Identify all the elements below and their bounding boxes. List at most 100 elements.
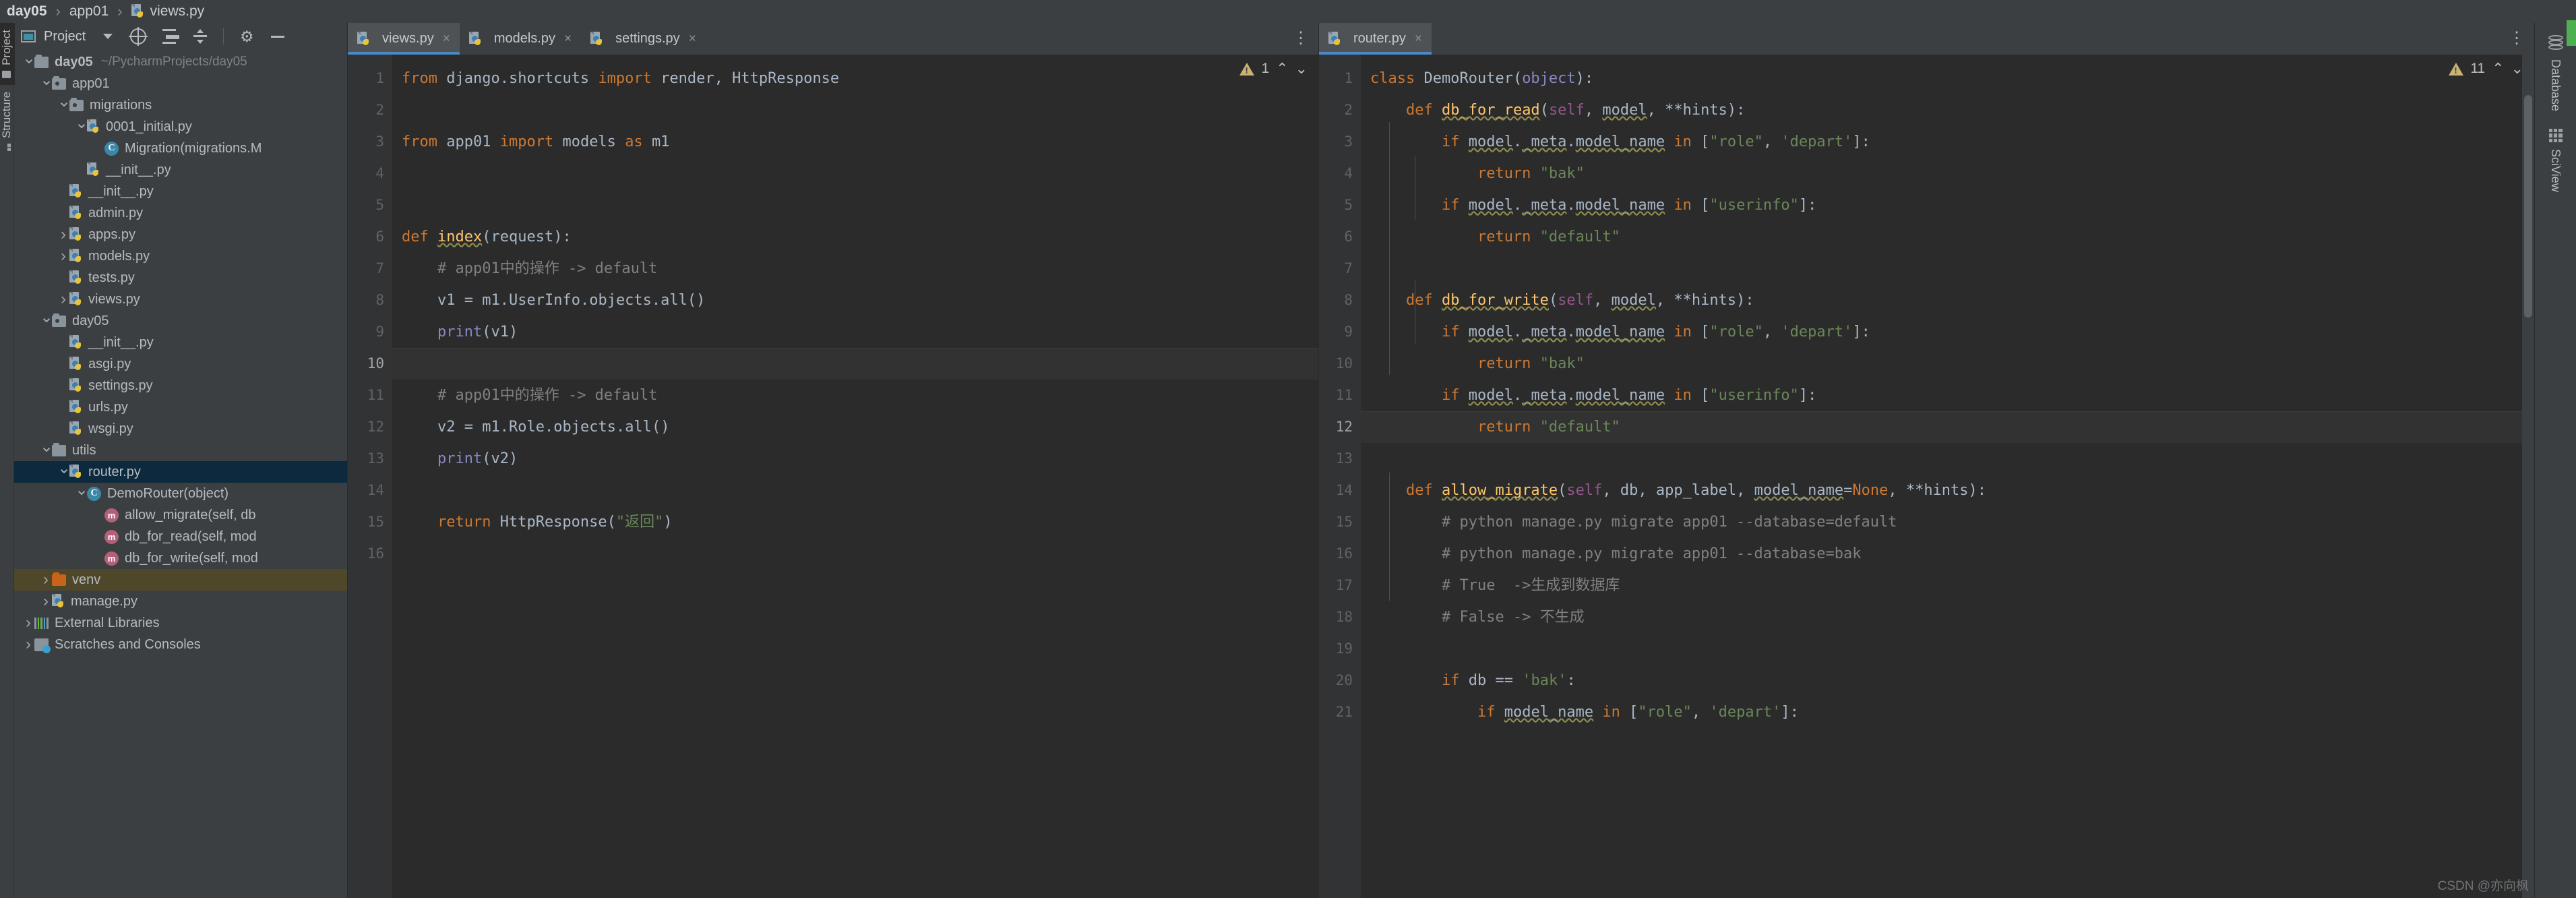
chevron-up-icon[interactable]: ⌃ <box>1276 60 1288 78</box>
chevron-right-icon[interactable] <box>22 636 34 653</box>
chevron-down-icon[interactable] <box>40 76 52 92</box>
line-number[interactable]: 9 <box>1319 316 1361 348</box>
project-panel-title-group[interactable]: Project <box>21 29 113 44</box>
line-number[interactable]: 9 <box>348 316 392 348</box>
code-line[interactable]: return "default" <box>1361 411 2534 443</box>
hide-panel-icon[interactable] <box>270 28 286 44</box>
tree-item-migrations[interactable]: migrations <box>14 94 347 116</box>
line-number[interactable]: 13 <box>1319 443 1361 475</box>
chevron-down-icon[interactable]: ⌄ <box>2511 60 2523 78</box>
line-number[interactable]: 3 <box>1319 126 1361 158</box>
tree-item-db_for_write-self--mod[interactable]: m db_for_write(self, mod <box>14 547 347 569</box>
tree-item-scratches-and-consoles[interactable]: Scratches and Consoles <box>14 634 347 655</box>
tree-item-urls-py[interactable]: urls.py <box>14 396 347 418</box>
code-line[interactable] <box>392 538 1318 570</box>
code-line[interactable]: if db == 'bak': <box>1361 665 2534 696</box>
tree-item-tests-py[interactable]: tests.py <box>14 267 347 289</box>
code-line[interactable] <box>392 189 1318 221</box>
tree-item-__init__-py[interactable]: __init__.py <box>14 159 347 181</box>
chevron-down-icon[interactable] <box>40 313 52 329</box>
code-line[interactable]: # True ->生成到数据库 <box>1361 570 2534 601</box>
code-line[interactable]: from django.shortcuts import render, Htt… <box>392 63 1318 94</box>
code-line[interactable] <box>392 348 1318 380</box>
tool-tab-sciview[interactable]: SciView <box>2548 129 2563 192</box>
tree-item-external-libraries[interactable]: External Libraries <box>14 612 347 634</box>
editor-scrollbar-right[interactable] <box>2522 55 2534 898</box>
code-line[interactable] <box>1361 633 2534 665</box>
line-number[interactable]: 2− <box>1319 94 1374 130</box>
vertical-dots-icon[interactable]: ⋮ <box>1293 23 1309 55</box>
line-number[interactable]: 4 <box>1319 158 1361 189</box>
line-number[interactable]: 13 <box>348 443 392 475</box>
line-number[interactable]: 12 <box>348 411 392 443</box>
code-line[interactable]: if model._meta.model_name in ["role", 'd… <box>1361 126 2534 158</box>
chevron-down-icon[interactable] <box>57 97 69 113</box>
line-number[interactable]: 15− <box>1319 506 1374 542</box>
tree-item-0001_initial-py[interactable]: 0001_initial.py <box>14 116 347 138</box>
code-line[interactable]: v1 = m1.UserInfo.objects.all() <box>392 285 1318 316</box>
code-content-left[interactable]: from django.shortcuts import render, Htt… <box>392 55 1318 898</box>
select-opened-file-icon[interactable] <box>129 27 148 46</box>
code-line[interactable]: # python manage.py migrate app01 --datab… <box>1361 506 2534 538</box>
close-icon[interactable]: × <box>443 32 450 47</box>
inspection-widget-right[interactable]: 11 ⌃ ⌄ <box>2449 60 2523 78</box>
tree-item-day05[interactable]: day05 <box>14 310 347 332</box>
code-line[interactable]: print(v2) <box>392 443 1318 475</box>
line-number[interactable]: 6− <box>348 221 406 257</box>
chevron-up-icon[interactable]: ⌃ <box>2492 60 2504 78</box>
code-line[interactable]: def index(request): <box>392 221 1318 253</box>
close-icon[interactable]: × <box>689 32 696 47</box>
line-number[interactable]: 14 <box>348 475 392 506</box>
line-number-gutter-right[interactable]: 1−2−345678−91011121314−15−1617181920−21 <box>1319 55 1374 898</box>
tree-item-demorouter-object-[interactable]: C DemoRouter(object) <box>14 483 347 504</box>
line-number[interactable]: 12 <box>1319 411 1370 448</box>
line-number[interactable]: 4 <box>348 158 392 189</box>
tab-router-py[interactable]: router.py × <box>1319 23 1432 55</box>
chevron-right-icon[interactable] <box>57 248 69 264</box>
line-number[interactable]: 17 <box>1319 570 1361 601</box>
code-line[interactable] <box>1361 253 2534 285</box>
line-number[interactable]: 19 <box>1319 633 1361 665</box>
line-number[interactable]: 5 <box>1319 189 1361 221</box>
line-number[interactable]: 11 <box>348 380 392 411</box>
line-number[interactable]: 5 <box>348 189 392 221</box>
tree-item-settings-py[interactable]: settings.py <box>14 375 347 396</box>
code-line[interactable]: if model._meta.model_name in ["userinfo"… <box>1361 380 2534 411</box>
line-number[interactable]: 15 <box>348 506 402 543</box>
line-number[interactable]: 10 <box>1319 348 1361 380</box>
tree-item-__init__-py[interactable]: __init__.py <box>14 332 347 353</box>
code-line[interactable]: def allow_migrate(self, db, app_label, m… <box>1361 475 2534 506</box>
line-number[interactable]: 10 <box>348 348 392 380</box>
code-line[interactable]: # False -> 不生成 <box>1361 601 2534 633</box>
code-line[interactable] <box>392 158 1318 189</box>
tool-tab-project[interactable]: Project <box>0 23 15 85</box>
tree-item-day05[interactable]: day05 ~/PycharmProjects/day05 <box>14 51 347 73</box>
line-number[interactable]: 16 <box>1319 538 1361 570</box>
chevron-down-icon[interactable] <box>40 442 52 458</box>
breadcrumb-item-project[interactable]: day05 <box>7 3 47 20</box>
tab-views-py[interactable]: views.py × <box>348 23 460 55</box>
tree-item-allow_migrate-self--db[interactable]: m allow_migrate(self, db <box>14 504 347 526</box>
tree-item-migration-migrations-m[interactable]: C Migration(migrations.M <box>14 138 347 159</box>
tree-item-venv[interactable]: venv <box>14 569 347 591</box>
code-line[interactable]: if model._meta.model_name in ["role", 'd… <box>1361 316 2534 348</box>
line-number[interactable]: 7 <box>348 253 392 285</box>
line-number[interactable]: 6 <box>1319 221 1370 258</box>
code-line[interactable]: return "bak" <box>1361 158 2534 189</box>
code-line[interactable]: # app01中的操作 -> default <box>392 380 1318 411</box>
line-number[interactable]: 11 <box>1319 380 1361 411</box>
code-line[interactable] <box>392 475 1318 506</box>
line-number[interactable]: 21 <box>1319 696 1361 728</box>
tree-item-app01[interactable]: app01 <box>14 73 347 94</box>
chevron-right-icon[interactable] <box>22 615 34 631</box>
code-line[interactable]: if model_name in ["role", 'depart']: <box>1361 696 2534 728</box>
line-number[interactable]: 20− <box>1319 665 1374 700</box>
breadcrumb-item-app[interactable]: app01 <box>69 3 109 20</box>
chevron-right-icon[interactable] <box>40 593 52 609</box>
code-line[interactable]: return "default" <box>1361 221 2534 253</box>
line-number[interactable]: 7 <box>1319 253 1361 285</box>
tree-item-models-py[interactable]: models.py <box>14 245 347 267</box>
tree-item-wsgi-py[interactable]: wsgi.py <box>14 418 347 440</box>
breadcrumb-item-file[interactable]: views.py <box>150 3 205 20</box>
code-content-right[interactable]: class DemoRouter(object): def db_for_rea… <box>1361 55 2534 898</box>
